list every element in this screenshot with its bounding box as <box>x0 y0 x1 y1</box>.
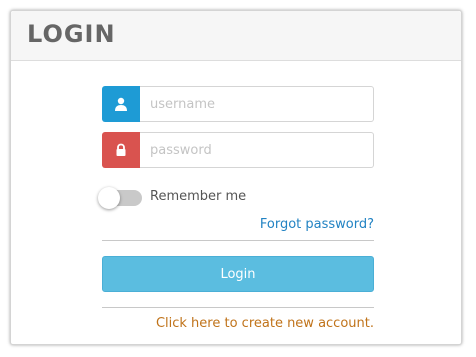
remember-me-label: Remember me <box>150 189 247 204</box>
panel-header: LOGIN <box>11 11 461 61</box>
page-title: LOGIN <box>27 20 116 48</box>
divider <box>102 307 374 308</box>
create-account-link[interactable]: Click here to create new account. <box>156 316 374 331</box>
toggle-knob[interactable] <box>98 187 120 209</box>
password-input-group <box>102 132 374 168</box>
forgot-password-link[interactable]: Forgot password? <box>260 217 374 232</box>
username-input-group <box>102 86 374 122</box>
divider <box>102 240 374 241</box>
user-icon <box>102 86 140 122</box>
login-button[interactable]: Login <box>102 256 374 292</box>
password-field[interactable] <box>140 132 374 168</box>
login-panel: LOGIN Remember me Forgot password? Login… <box>10 10 462 345</box>
remember-me-toggle[interactable] <box>98 187 142 209</box>
username-field[interactable] <box>140 86 374 122</box>
lock-icon <box>102 132 140 168</box>
